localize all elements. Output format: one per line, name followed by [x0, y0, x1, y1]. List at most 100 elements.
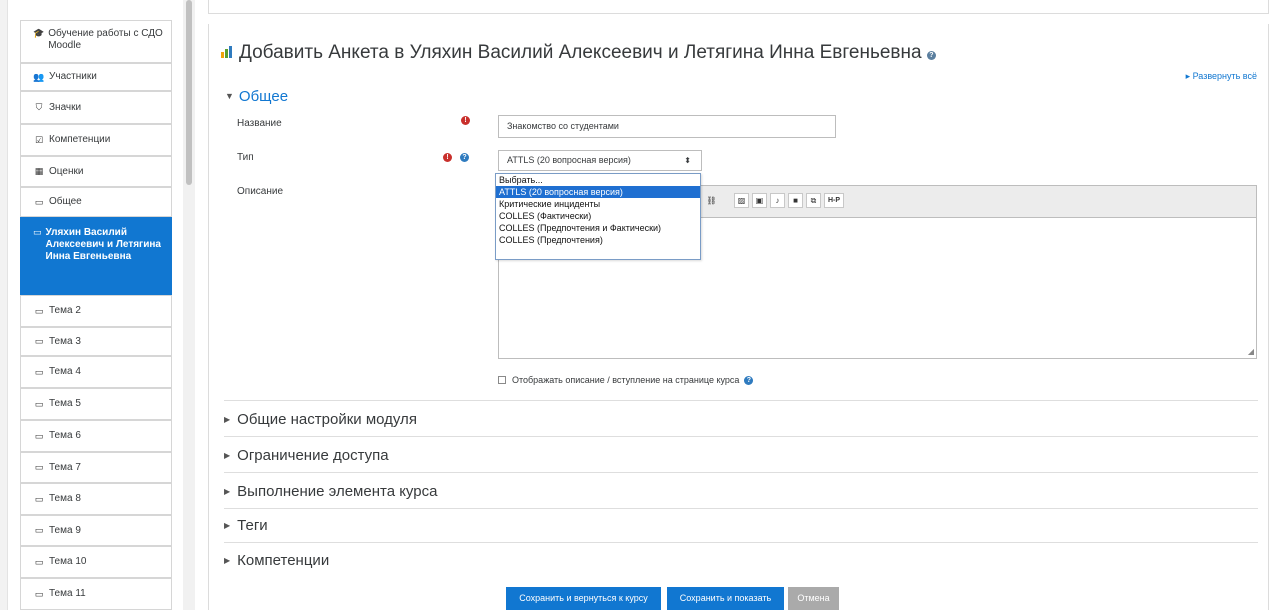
folder-icon: ▭	[34, 305, 44, 316]
help-icon[interactable]: ?	[460, 153, 469, 162]
divider	[224, 472, 1258, 473]
folder-icon: ▭	[34, 462, 44, 472]
section-tags[interactable]: ▶ Теги	[224, 517, 268, 534]
page-title: Добавить Анкета в Уляхин Василий Алексее…	[221, 42, 936, 64]
sidebar-item-badges[interactable]: ⛉ Значки	[20, 91, 172, 124]
cancel-button[interactable]: Отмена	[788, 587, 839, 610]
resize-grip-icon[interactable]: ◢	[1248, 347, 1254, 356]
microphone-icon[interactable]: ♪	[770, 193, 785, 208]
image-icon[interactable]: ▨	[734, 193, 749, 208]
media-icon[interactable]: ▣	[752, 193, 767, 208]
folder-icon: ▭	[34, 336, 44, 346]
sidebar-item-label: Участники	[49, 71, 97, 82]
folder-icon: ▭	[34, 430, 44, 441]
sidebar-item-competencies[interactable]: ☑ Компетенции	[20, 124, 172, 156]
required-icon: !	[461, 116, 470, 125]
section-access-restriction[interactable]: ▶ Ограничение доступа	[224, 447, 389, 464]
sidebar-item-label: Уляхин Василий Алексеевич и Летягина Инн…	[45, 227, 161, 262]
sidebar-item-topic-10[interactable]: ▭ Тема 10	[20, 546, 172, 578]
sidebar-item-topic-7[interactable]: ▭ Тема 7	[20, 452, 172, 483]
expand-all-link[interactable]: ▸ Развернуть всё	[1186, 71, 1257, 82]
folder-icon: ▭	[34, 493, 44, 504]
sidebar-item-label: Общее	[49, 196, 82, 207]
sidebar-item-label: Тема 11	[49, 588, 86, 599]
type-option[interactable]: Выбрать...	[496, 174, 700, 186]
table-icon: ▦	[34, 166, 44, 176]
name-label: Название	[237, 118, 282, 129]
sidebar-item-topic-8[interactable]: ▭ Тема 8	[20, 483, 172, 515]
sidebar-item-topic-9[interactable]: ▭ Тема 9	[20, 515, 172, 546]
sidebar-item-topic-11[interactable]: ▭ Тема 11	[20, 578, 172, 610]
sidebar-item-general[interactable]: ▭ Общее	[20, 187, 172, 217]
folder-icon: ▭	[34, 556, 44, 567]
type-label: Тип	[237, 152, 254, 163]
sidebar-item-label: Оценки	[49, 165, 84, 177]
folder-icon: ▭	[34, 366, 44, 377]
copy-icon[interactable]: ⧉	[806, 193, 821, 208]
folder-icon: ▭	[33, 227, 42, 237]
type-option[interactable]: COLLES (Предпочтения)	[496, 234, 700, 246]
sidebar-item-topic-5[interactable]: ▭ Тема 5	[20, 388, 172, 420]
description-label: Описание	[237, 186, 284, 197]
video-icon[interactable]: ■	[788, 193, 803, 208]
type-select-value: ATTLS (20 вопросная версия)	[507, 155, 631, 165]
sidebar-item-grades[interactable]: ▦ Оценки	[20, 156, 172, 187]
section-title: Теги	[237, 517, 268, 534]
shield-icon: ⛉	[35, 102, 43, 112]
unlink-icon[interactable]: ⛓	[704, 193, 719, 208]
caret-down-icon: ▼	[225, 91, 234, 101]
type-option[interactable]: Критические инциденты	[496, 198, 700, 210]
show-description-checkbox[interactable]	[498, 376, 506, 384]
users-icon: 👥	[33, 71, 45, 82]
sidebar-item-participants[interactable]: 👥 Участники	[20, 63, 172, 91]
caret-right-icon: ▶	[224, 415, 231, 424]
section-general-header[interactable]: ▼ Общее	[225, 88, 288, 105]
sidebar-scrollbar-thumb[interactable]	[186, 0, 192, 185]
left-edge-strip	[0, 0, 8, 610]
page-title-text: Добавить Анкета в Уляхин Василий Алексее…	[239, 42, 922, 63]
folder-icon: ▭	[34, 196, 44, 207]
h5p-icon[interactable]: H-P	[824, 193, 844, 208]
divider	[224, 508, 1258, 509]
folder-icon: ▭	[34, 525, 44, 535]
divider	[224, 400, 1258, 401]
course-nav-sidebar: 🎓 Обучение работы с СДО Moodle 👥 Участни…	[20, 0, 172, 610]
show-description-row: Отображать описание / вступление на стра…	[498, 375, 754, 385]
section-title: Ограничение доступа	[237, 447, 389, 464]
graduation-cap-icon: 🎓	[33, 28, 45, 38]
sidebar-item-topic-2[interactable]: ▭ Тема 2	[20, 295, 172, 327]
sidebar-item-label: Компетенции	[49, 134, 111, 145]
help-icon[interactable]: ?	[926, 51, 936, 60]
sidebar-item-label: Тема 8	[49, 493, 81, 504]
type-option[interactable]: COLLES (Фактически)	[496, 210, 700, 222]
type-select[interactable]: ATTLS (20 вопросная версия) ⬍	[498, 150, 702, 171]
sidebar-item-label: Обучение работы с СДО Moodle	[48, 28, 163, 51]
caret-right-icon: ▶	[224, 451, 231, 460]
section-title: Общие настройки модуля	[237, 411, 417, 428]
sidebar-item-course-home[interactable]: 🎓 Обучение работы с СДО Moodle	[20, 20, 172, 63]
sidebar-item-current-section[interactable]: ▭ Уляхин Василий Алексеевич и Летягина И…	[20, 217, 172, 295]
type-option-selected[interactable]: ATTLS (20 вопросная версия)	[496, 186, 700, 198]
select-arrow-icon: ⬍	[684, 156, 691, 165]
sidebar-item-label: Значки	[49, 101, 82, 113]
sidebar-item-topic-4[interactable]: ▭ Тема 4	[20, 356, 172, 388]
type-option[interactable]: COLLES (Предпочтения и Фактически)	[496, 222, 700, 234]
sidebar-item-label: Тема 10	[49, 556, 87, 567]
name-input[interactable]: Знакомство со студентами	[498, 115, 836, 138]
save-and-return-button[interactable]: Сохранить и вернуться к курсу	[506, 587, 661, 610]
sidebar-item-label: Тема 5	[49, 398, 81, 409]
section-module-settings[interactable]: ▶ Общие настройки модуля	[224, 411, 417, 428]
help-icon[interactable]: ?	[744, 375, 754, 385]
section-title: Выполнение элемента курса	[237, 483, 438, 500]
section-activity-completion[interactable]: ▶ Выполнение элемента курса	[224, 483, 437, 500]
sidebar-item-label: Тема 2	[49, 305, 81, 316]
section-competencies[interactable]: ▶ Компетенции	[224, 552, 329, 569]
sidebar-item-label: Тема 3	[49, 335, 81, 347]
folder-icon: ▭	[34, 588, 44, 599]
sidebar-item-topic-3[interactable]: ▭ Тема 3	[20, 327, 172, 356]
save-and-display-button[interactable]: Сохранить и показать	[667, 587, 784, 610]
survey-chart-icon	[221, 46, 235, 58]
previous-card-bottom	[208, 0, 1269, 14]
caret-right-icon: ▶	[224, 487, 231, 496]
sidebar-item-topic-6[interactable]: ▭ Тема 6	[20, 420, 172, 452]
